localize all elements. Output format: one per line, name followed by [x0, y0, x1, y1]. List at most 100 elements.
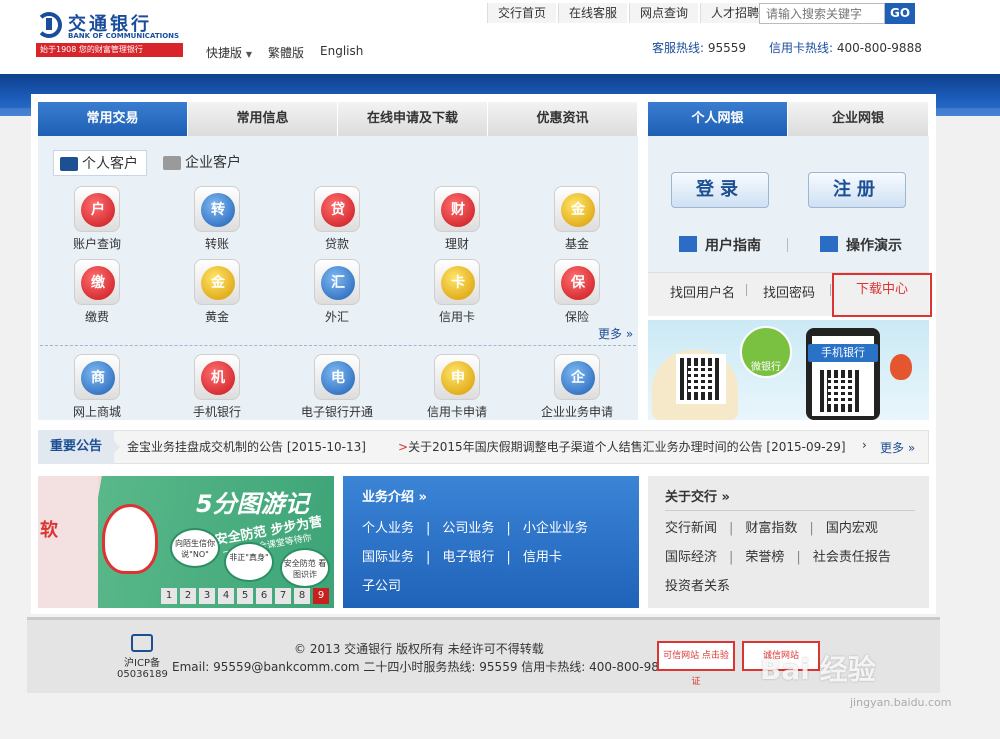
piggy-bank-icon: 财: [434, 186, 480, 232]
biz-corporate-link[interactable]: 公司业务: [442, 521, 494, 536]
about-domestic-macro-link[interactable]: 国内宏观: [826, 521, 878, 536]
service-forex[interactable]: 汇 外汇: [292, 259, 382, 325]
service-account-query[interactable]: 户 账户查询: [52, 186, 142, 252]
about-investor-relations-link[interactable]: 投资者关系: [665, 579, 730, 594]
corporate-apply-icon: 企: [554, 354, 600, 400]
biz-subsidiary-link[interactable]: 子公司: [362, 579, 401, 594]
page-dot-active[interactable]: 9: [313, 588, 329, 604]
account-query-icon: 户: [74, 186, 120, 232]
biz-international-link[interactable]: 国际业务: [362, 550, 414, 565]
english-link[interactable]: English: [320, 44, 363, 61]
forex-icon: 汇: [314, 259, 360, 305]
header: 交通银行 BANK OF COMMUNICATIONS 始于1908 您的财富管…: [0, 0, 1000, 74]
biz-ebank-link[interactable]: 电子银行: [442, 550, 494, 565]
service-credit-card[interactable]: 卡 信用卡: [412, 259, 502, 325]
about-csr-report-link[interactable]: 社会责任报告: [813, 550, 891, 565]
account-query-glyph: 户: [81, 193, 115, 227]
service-insurance[interactable]: 保 保险: [532, 259, 622, 325]
services-more-link[interactable]: 更多 »: [598, 325, 633, 342]
service-fund[interactable]: 金 基金: [532, 186, 622, 252]
promo-bubble: 向陌生信你说"NO": [170, 528, 220, 568]
tab-personal-customer[interactable]: 个人客户: [53, 150, 147, 176]
tab-promotions[interactable]: 优惠资讯: [488, 102, 638, 136]
page-dot[interactable]: 8: [294, 588, 310, 604]
tab-common-transactions[interactable]: 常用交易: [38, 102, 188, 136]
biz-credit-card-link[interactable]: 信用卡: [523, 550, 562, 565]
forex-glyph: 汇: [321, 266, 355, 300]
nav-branch-search-link[interactable]: 网点查询: [629, 3, 699, 23]
tab-common-info[interactable]: 常用信息: [188, 102, 338, 136]
service-label: 保险: [564, 310, 589, 324]
mobile-banking-banner[interactable]: 微银行 手机银行: [648, 320, 929, 420]
about-title[interactable]: 关于交行 »: [665, 486, 730, 505]
find-username-link[interactable]: 找回用户名: [670, 282, 735, 301]
tab-online-apply-download[interactable]: 在线申请及下载: [338, 102, 488, 136]
page-dot[interactable]: 6: [256, 588, 272, 604]
ebank-open-glyph: 电: [321, 361, 355, 395]
notice-item[interactable]: 金宝业务挂盘成交机制的公告 [2015-10-13]: [127, 438, 366, 455]
baidu-watermark: Bai 经验: [760, 653, 876, 686]
login-button[interactable]: 登录: [671, 172, 769, 208]
search-input[interactable]: [759, 3, 885, 24]
notice-title: 重要公告: [38, 430, 120, 464]
about-intl-economy-link[interactable]: 国际经济: [665, 550, 717, 565]
bank-logo[interactable]: 交通银行 BANK OF COMMUNICATIONS 始于1908 您的财富管…: [36, 10, 186, 58]
service-online-mall[interactable]: 商 网上商城: [52, 354, 142, 420]
service-loan[interactable]: 贷 贷款: [292, 186, 382, 252]
about-wealth-index-link[interactable]: 财富指数: [745, 521, 797, 536]
credit-card-apply-icon: 申: [434, 354, 480, 400]
icp-record[interactable]: 沪ICP备05036189: [117, 634, 168, 680]
bill-pay-icon: 缴: [74, 259, 120, 305]
wechat-label: 微银行: [751, 362, 781, 373]
tab-corporate-customer[interactable]: 企业客户: [157, 150, 249, 176]
find-password-link[interactable]: 找回密码: [763, 282, 815, 301]
tab-corporate-customer-label: 企业客户: [185, 155, 241, 171]
baidu-watermark-url: jingyan.baidu.com: [850, 696, 952, 709]
user-guide-link[interactable]: 用户指南: [679, 235, 761, 255]
about-news-link[interactable]: 交行新闻: [665, 521, 717, 536]
biz-small-business-link[interactable]: 小企业业务: [523, 521, 588, 536]
service-label: 黄金: [204, 310, 229, 324]
promo-title: 5分图游记: [196, 490, 309, 518]
document-icon: [679, 236, 697, 252]
search-go-button[interactable]: GO: [885, 3, 915, 24]
tab-personal-ebank[interactable]: 个人网银: [648, 102, 788, 136]
page-dot[interactable]: 3: [199, 588, 215, 604]
corporate-apply-glyph: 企: [561, 361, 595, 395]
service-gold[interactable]: 金 黄金: [172, 259, 262, 325]
transfer-glyph: 转: [201, 193, 235, 227]
business-intro-title[interactable]: 业务介绍 »: [362, 486, 427, 505]
page-dot[interactable]: 1: [161, 588, 177, 604]
service-ebank-open[interactable]: 电 电子银行开通: [292, 354, 382, 420]
notice-more-link[interactable]: 更多 »: [880, 439, 915, 456]
service-wealth[interactable]: 财 理财: [412, 186, 502, 252]
notice-arrow-icon: >: [398, 440, 409, 454]
trusted-site-badge[interactable]: 可信网站 点击验证: [657, 641, 735, 687]
quick-version-link[interactable]: 快捷版 ▼: [206, 44, 252, 61]
about-honors-link[interactable]: 荣誉榜: [745, 550, 784, 565]
notice-item[interactable]: >关于2015年国庆假期调整电子渠道个人结售汇业务办理时间的公告 [2015-0…: [398, 438, 846, 455]
business-links-row: 子公司: [362, 575, 401, 594]
service-label: 转账: [204, 237, 229, 251]
about-links-row: 交行新闻 | 财富指数 | 国内宏观: [665, 521, 878, 536]
demo-link[interactable]: 操作演示: [820, 235, 902, 255]
page-dot[interactable]: 2: [180, 588, 196, 604]
traditional-chinese-link[interactable]: 繁體版: [268, 44, 304, 61]
download-center-link[interactable]: 下载中心: [832, 273, 932, 317]
page-dot[interactable]: 4: [218, 588, 234, 604]
biz-personal-link[interactable]: 个人业务: [362, 521, 414, 536]
service-bill-pay[interactable]: 缴 缴费: [52, 259, 142, 325]
service-mobile-banking[interactable]: 机 手机银行: [172, 354, 262, 420]
service-corporate-apply[interactable]: 企 企业业务申请: [532, 354, 622, 420]
fund-glyph: 金: [561, 193, 595, 227]
register-button[interactable]: 注册: [808, 172, 906, 208]
service-credit-card-apply[interactable]: 申 信用卡申请: [412, 354, 502, 420]
nav-home-link[interactable]: 交行首页: [487, 3, 557, 23]
tab-corporate-ebank[interactable]: 企业网银: [788, 102, 929, 136]
page-dot[interactable]: 7: [275, 588, 291, 604]
bank-name-en: BANK OF COMMUNICATIONS: [68, 32, 180, 40]
page-dot[interactable]: 5: [237, 588, 253, 604]
nav-online-service-link[interactable]: 在线客服: [558, 3, 628, 23]
service-transfer[interactable]: 转 转账: [172, 186, 262, 252]
tab-personal-customer-label: 个人客户: [82, 156, 138, 172]
